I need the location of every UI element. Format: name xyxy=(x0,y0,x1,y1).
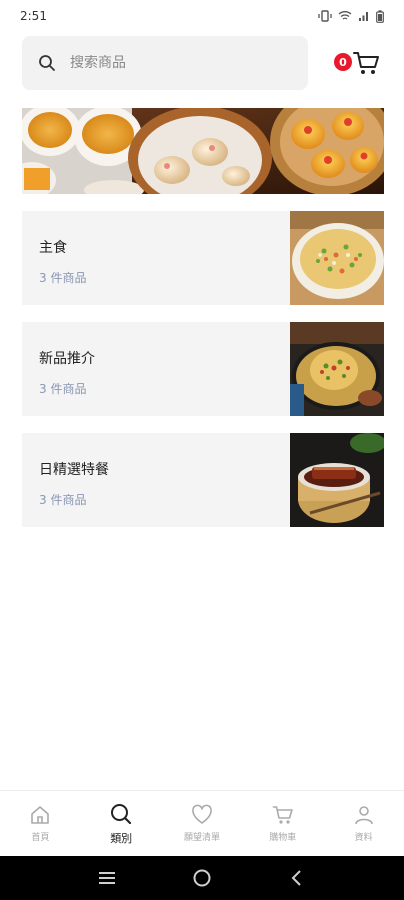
status-bar: 2:51 xyxy=(0,0,404,32)
category-text: 日精選特餐 3 件商品 xyxy=(22,433,290,527)
tab-category-label: 類別 xyxy=(110,831,133,845)
category-card-new-items[interactable]: 新品推介 3 件商品 xyxy=(22,322,384,416)
category-card-daily-special[interactable]: 日精選特餐 3 件商品 xyxy=(22,433,384,527)
category-name: 日精選特餐 xyxy=(39,462,109,478)
category-name: 新品推介 xyxy=(39,351,95,367)
battery-icon xyxy=(376,9,384,23)
recent-apps-icon[interactable] xyxy=(97,870,117,886)
category-count: 3 件商品 xyxy=(39,382,87,396)
rice-bowl-image xyxy=(290,322,384,416)
category-text: 新品推介 3 件商品 xyxy=(22,322,290,416)
system-nav-bar xyxy=(0,856,404,900)
tab-home[interactable]: 首頁 xyxy=(0,791,81,856)
tab-category[interactable]: 類別 xyxy=(81,791,162,856)
user-icon xyxy=(354,806,373,825)
bottom-tab-bar: 首頁 類別 願望清單 購物車 資料 xyxy=(0,790,404,856)
search-row: 0 xyxy=(22,36,384,90)
header-cart-button[interactable]: 0 xyxy=(334,49,382,77)
tab-cart-label: 購物車 xyxy=(269,833,297,843)
cart-icon xyxy=(272,806,293,824)
search-icon xyxy=(111,803,132,824)
signal-icon xyxy=(359,12,368,21)
category-count: 3 件商品 xyxy=(39,493,87,507)
category-name: 主食 xyxy=(39,240,67,256)
search-input[interactable] xyxy=(70,55,270,71)
status-icons xyxy=(318,9,384,23)
category-text: 主食 3 件商品 xyxy=(22,211,290,305)
category-thumbnail xyxy=(290,211,384,305)
search-box[interactable] xyxy=(22,36,308,90)
back-icon[interactable] xyxy=(287,868,307,888)
home-icon xyxy=(31,806,50,824)
vibrate-icon xyxy=(318,10,332,22)
search-icon xyxy=(39,55,55,71)
tab-wishlist[interactable]: 願望清單 xyxy=(162,791,243,856)
tab-wishlist-label: 願望清單 xyxy=(183,833,220,843)
category-thumbnail xyxy=(290,322,384,416)
category-count: 3 件商品 xyxy=(39,271,87,285)
category-list: 主食 3 件商品 新品推介 3 件商品 日精選特餐 3 件商品 xyxy=(22,211,384,544)
cart-icon xyxy=(353,52,379,74)
tab-home-label: 首頁 xyxy=(31,833,50,843)
status-time: 2:51 xyxy=(20,9,47,23)
tab-profile-label: 資料 xyxy=(354,833,373,843)
tab-profile[interactable]: 資料 xyxy=(323,791,404,856)
tab-cart[interactable]: 購物車 xyxy=(242,791,323,856)
fried-rice-image xyxy=(290,211,384,305)
category-thumbnail xyxy=(290,433,384,527)
home-nav-icon[interactable] xyxy=(192,868,212,888)
wifi-icon xyxy=(338,11,352,20)
category-card-staple[interactable]: 主食 3 件商品 xyxy=(22,211,384,305)
heart-icon xyxy=(192,804,212,824)
cart-count-badge: 0 xyxy=(334,53,352,71)
braised-pork-image xyxy=(290,433,384,527)
banner-image xyxy=(22,108,384,194)
promo-banner[interactable] xyxy=(22,108,384,194)
